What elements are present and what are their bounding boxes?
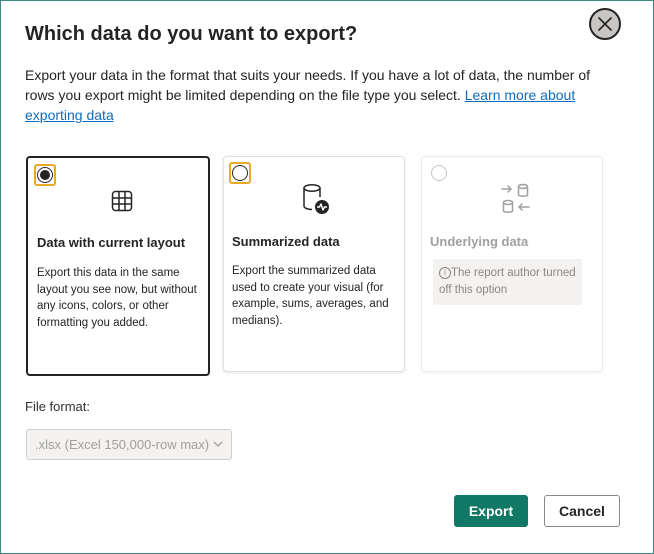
close-button[interactable]	[589, 8, 621, 40]
radio-underlying	[431, 165, 447, 181]
file-format-label: File format:	[25, 399, 91, 414]
radio-focus-outline	[34, 164, 56, 186]
chevron-down-icon	[213, 441, 223, 447]
close-icon	[598, 17, 612, 31]
option-title: Data with current layout	[37, 235, 186, 250]
dialog-description: Export your data in the format that suit…	[25, 65, 615, 125]
dialog-title: Which data do you want to export?	[25, 23, 358, 45]
export-dialog: Which data do you want to export? Export…	[0, 0, 654, 554]
radio-current-layout[interactable]	[37, 167, 53, 183]
data-transfer-icon	[501, 183, 530, 213]
info-text: The report author turned off this option	[439, 267, 576, 296]
table-grid-icon	[111, 190, 133, 212]
option-card-current-layout[interactable]: Data with current layout Export this dat…	[26, 156, 210, 376]
info-icon: i	[439, 267, 451, 279]
file-format-value: .xlsx (Excel 150,000-row max)	[35, 437, 210, 452]
radio-summarized[interactable]	[232, 165, 248, 181]
radio-selected-dot	[40, 170, 50, 180]
option-disabled-info: i The report author turned off this optio…	[433, 259, 582, 305]
option-description: Export this data in the same layout you …	[37, 267, 197, 329]
export-button[interactable]: Export	[454, 495, 528, 527]
cancel-button[interactable]: Cancel	[544, 495, 620, 527]
database-summary-icon	[303, 184, 329, 214]
option-title: Underlying data	[430, 234, 529, 249]
radio-focus-outline	[229, 162, 251, 184]
option-title: Summarized data	[232, 234, 340, 249]
option-description: Export the summarized data used to creat…	[232, 265, 389, 327]
option-card-underlying: Underlying data i The report author turne…	[421, 156, 603, 372]
option-card-summarized[interactable]: Summarized data Export the summarized da…	[223, 156, 405, 372]
file-format-select: .xlsx (Excel 150,000-row max)	[26, 429, 232, 460]
